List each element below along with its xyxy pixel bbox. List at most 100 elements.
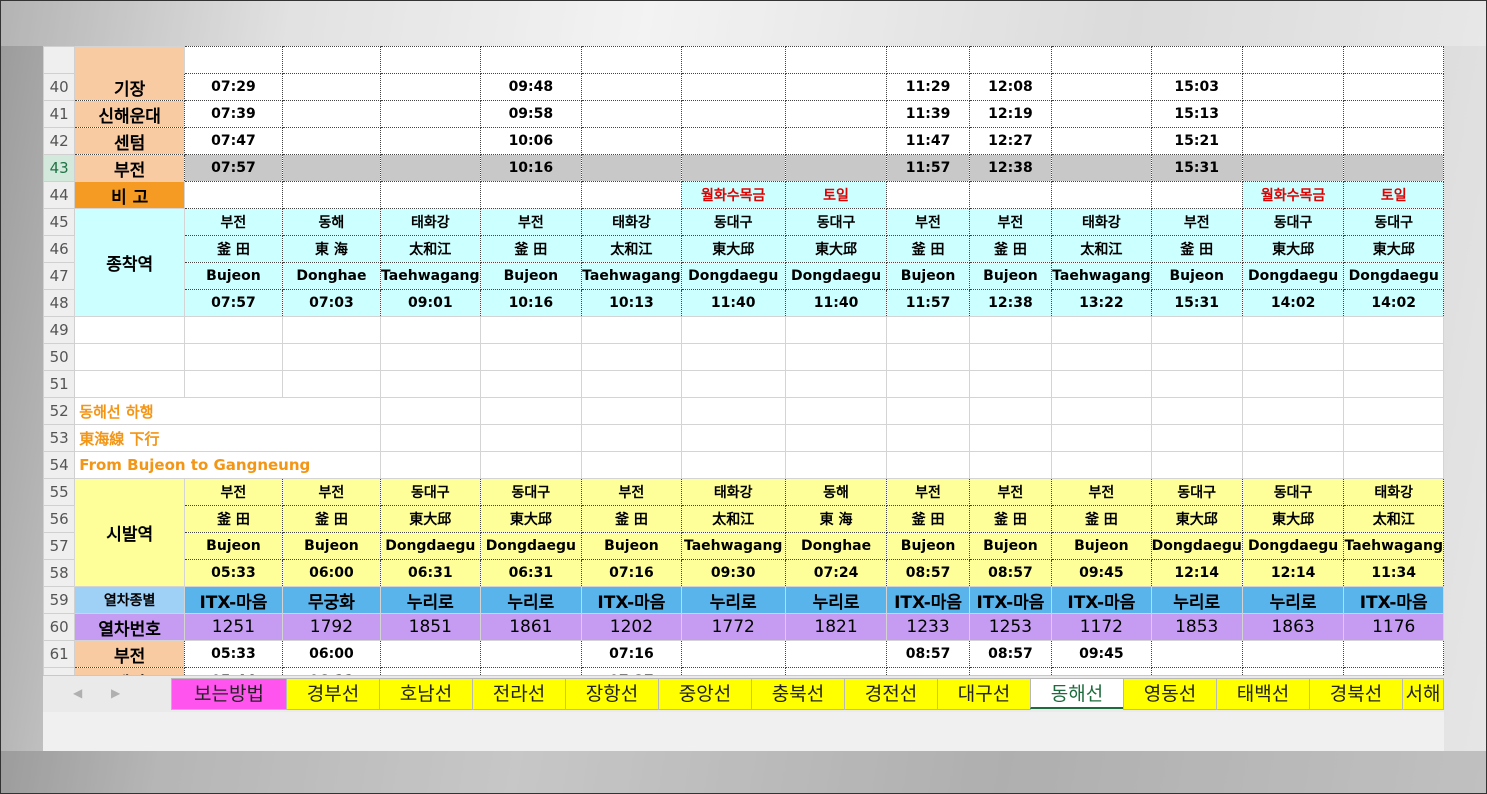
terminal-cell[interactable]: 13:22 xyxy=(1051,289,1152,317)
origin-cell[interactable]: 동대구 xyxy=(1150,478,1243,506)
cell[interactable] xyxy=(968,316,1053,344)
origin-cell[interactable]: 06:00 xyxy=(281,559,382,587)
terminal-cell[interactable]: 07:57 xyxy=(184,289,283,317)
cell[interactable] xyxy=(184,370,283,398)
terminal-cell[interactable]: Taehwagang xyxy=(380,262,481,290)
sheet-tab[interactable]: 경부선 xyxy=(286,678,380,710)
cell[interactable] xyxy=(479,451,583,479)
time-cell[interactable] xyxy=(581,154,682,182)
station-label[interactable]: 부전 xyxy=(74,640,186,668)
train-number-cell[interactable]: 1253 xyxy=(968,613,1053,641)
cell[interactable] xyxy=(1051,451,1152,479)
terminal-cell[interactable]: Taehwagang xyxy=(581,262,682,290)
cell[interactable] xyxy=(1241,397,1345,425)
remark-cell[interactable] xyxy=(581,181,682,209)
cell[interactable] xyxy=(581,370,682,398)
time-cell[interactable]: 05:33 xyxy=(184,640,283,668)
time-cell[interactable] xyxy=(680,154,786,182)
remark-cell[interactable] xyxy=(1150,181,1243,209)
terminal-cell[interactable]: Dongdaegu xyxy=(1343,262,1444,290)
row-header[interactable]: 55 xyxy=(43,478,76,506)
cell[interactable] xyxy=(479,424,583,452)
cell[interactable] xyxy=(968,424,1053,452)
cell[interactable] xyxy=(1150,451,1243,479)
remark-cell[interactable]: 토일 xyxy=(784,181,888,209)
row-header[interactable]: 50 xyxy=(43,343,76,371)
origin-cell[interactable]: 동대구 xyxy=(479,478,583,506)
sheet-tab[interactable]: 장항선 xyxy=(565,678,659,710)
time-cell[interactable] xyxy=(1241,127,1345,155)
origin-cell[interactable]: Dongdaegu xyxy=(380,532,481,560)
cell[interactable] xyxy=(281,343,382,371)
terminal-cell[interactable]: 동대구 xyxy=(1241,208,1345,236)
cell[interactable] xyxy=(886,397,970,425)
origin-cell[interactable]: 동해 xyxy=(784,478,888,506)
terminal-cell[interactable]: 釜 田 xyxy=(968,235,1053,263)
time-cell[interactable]: 12:38 xyxy=(968,154,1053,182)
origin-cell[interactable]: 東大邱 xyxy=(479,505,583,533)
train-type-cell[interactable]: ITX-마음 xyxy=(581,586,682,614)
cell[interactable] xyxy=(74,316,186,344)
origin-cell[interactable]: 동대구 xyxy=(380,478,481,506)
terminal-cell[interactable]: Bujeon xyxy=(479,262,583,290)
spreadsheet-area[interactable]: 40 기장 07:29 09:48 11:29 12:08 15:03 41 신해운대 07:39… xyxy=(43,46,1444,751)
terminal-cell[interactable]: 東大邱 xyxy=(680,235,786,263)
sheet-tab[interactable]: 영동선 xyxy=(1123,678,1217,710)
origin-cell[interactable]: 11:34 xyxy=(1343,559,1444,587)
row-header[interactable]: 43 xyxy=(43,154,76,182)
origin-cell[interactable]: Bujeon xyxy=(886,532,970,560)
origin-cell[interactable]: 太和江 xyxy=(680,505,786,533)
time-cell[interactable] xyxy=(1150,640,1243,668)
train-number-cell[interactable]: 1821 xyxy=(784,613,888,641)
time-cell[interactable] xyxy=(380,100,481,128)
remark-cell[interactable] xyxy=(886,181,970,209)
train-type-cell[interactable]: ITX-마음 xyxy=(968,586,1053,614)
time-cell[interactable] xyxy=(1343,127,1444,155)
terminal-cell[interactable]: 釜 田 xyxy=(479,235,583,263)
origin-cell[interactable]: 부전 xyxy=(886,478,970,506)
train-number-cell[interactable]: 1772 xyxy=(680,613,786,641)
origin-cell[interactable]: 05:33 xyxy=(184,559,283,587)
cell[interactable] xyxy=(680,424,786,452)
terminal-cell[interactable]: 09:01 xyxy=(380,289,481,317)
time-cell[interactable] xyxy=(281,100,382,128)
time-cell[interactable] xyxy=(784,640,888,668)
time-cell[interactable]: 07:29 xyxy=(184,73,283,101)
cell[interactable] xyxy=(184,46,283,74)
train-type-cell[interactable]: 누리로 xyxy=(1150,586,1243,614)
cell[interactable] xyxy=(968,343,1053,371)
time-cell[interactable] xyxy=(784,100,888,128)
origin-cell[interactable]: 東大邱 xyxy=(1241,505,1345,533)
origin-cell[interactable]: 東大邱 xyxy=(380,505,481,533)
cell[interactable] xyxy=(1051,46,1152,74)
cell[interactable] xyxy=(281,316,382,344)
train-type-cell[interactable]: ITX-마음 xyxy=(886,586,970,614)
cell[interactable] xyxy=(1343,397,1444,425)
time-cell[interactable]: 06:00 xyxy=(281,640,382,668)
origin-cell[interactable]: Bujeon xyxy=(968,532,1053,560)
cell[interactable] xyxy=(680,46,786,74)
cell[interactable] xyxy=(581,316,682,344)
time-cell[interactable]: 07:39 xyxy=(184,100,283,128)
train-type-label[interactable]: 열차종별 xyxy=(74,586,186,614)
cell[interactable] xyxy=(784,370,888,398)
origin-cell[interactable]: 09:45 xyxy=(1051,559,1152,587)
terminal-cell[interactable]: Dongdaegu xyxy=(784,262,888,290)
remark-cell[interactable] xyxy=(968,181,1053,209)
train-type-cell[interactable]: ITX-마음 xyxy=(184,586,283,614)
row-header[interactable]: 60 xyxy=(43,613,76,641)
origin-cell[interactable]: 08:57 xyxy=(968,559,1053,587)
terminal-cell[interactable]: 10:16 xyxy=(479,289,583,317)
time-cell[interactable] xyxy=(680,640,786,668)
row-header[interactable]: 57 xyxy=(43,532,76,560)
cell[interactable] xyxy=(968,370,1053,398)
terminal-cell[interactable]: Dongdaegu xyxy=(680,262,786,290)
terminal-cell[interactable]: 부전 xyxy=(886,208,970,236)
terminal-cell[interactable]: 11:40 xyxy=(680,289,786,317)
cell[interactable] xyxy=(380,370,481,398)
origin-cell[interactable]: 09:30 xyxy=(680,559,786,587)
terminal-cell[interactable]: 太和江 xyxy=(380,235,481,263)
time-cell[interactable] xyxy=(680,127,786,155)
cell[interactable] xyxy=(1343,46,1444,74)
row-header[interactable]: 58 xyxy=(43,559,76,587)
